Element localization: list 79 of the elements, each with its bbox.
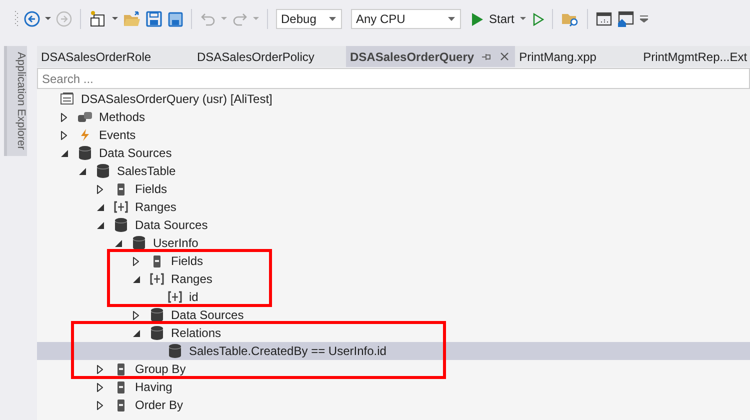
cylinder-icon — [151, 326, 163, 340]
cylinder-icon — [97, 164, 109, 178]
tree-item[interactable]: Ranges — [37, 270, 750, 288]
tree-item[interactable]: Data Sources — [37, 144, 750, 162]
tree-item[interactable]: Ranges — [37, 198, 750, 216]
column-icon — [117, 380, 125, 394]
document-tab[interactable]: PrintMgmtRep...Ext — [639, 46, 750, 67]
expanded-arrow-icon[interactable] — [133, 276, 140, 282]
tree-item[interactable]: SalesTable.CreatedBy == UserInfo.id — [37, 342, 750, 360]
window-icon[interactable] — [596, 12, 612, 26]
cylinder-icon — [151, 308, 163, 322]
tree-item[interactable]: Fields — [37, 252, 750, 270]
cylinder-icon — [79, 146, 91, 160]
back-icon[interactable] — [24, 11, 40, 27]
document-tab[interactable]: DSASalesOrderQuery — [346, 46, 516, 67]
column-icon — [117, 362, 125, 376]
folder-search-icon[interactable] — [561, 11, 580, 27]
folder-icon[interactable] — [123, 11, 141, 27]
new-project-icon[interactable] — [89, 10, 107, 28]
collapsed-arrow-icon[interactable] — [133, 310, 139, 320]
configuration-dropdown[interactable]: Debug — [276, 9, 342, 29]
cylinder-icon — [115, 218, 127, 232]
column-icon — [117, 182, 125, 196]
tree-item[interactable]: Methods — [37, 108, 750, 126]
tree-item[interactable]: Data Sources — [37, 216, 750, 234]
search-field[interactable]: Search ... — [37, 68, 750, 89]
column-icon — [117, 398, 125, 412]
collapsed-arrow-icon[interactable] — [97, 382, 103, 392]
caret-icon — [448, 17, 455, 21]
caret-icon — [329, 17, 336, 21]
expanded-arrow-icon[interactable] — [133, 330, 140, 336]
tree-item[interactable]: Relations — [37, 324, 750, 342]
collapsed-arrow-icon[interactable] — [61, 130, 67, 140]
overflow-icon[interactable] — [640, 15, 648, 23]
start-button[interactable]: Start — [470, 10, 528, 28]
lightning-icon — [80, 129, 90, 141]
tree-item[interactable]: UserInfo — [37, 234, 750, 252]
collapsed-arrow-icon[interactable] — [133, 256, 139, 266]
bracket-icon — [114, 201, 128, 213]
tree-item[interactable]: Having — [37, 378, 750, 396]
tree-item[interactable]: DSASalesOrderQuery (usr) [AliTest] — [37, 90, 750, 108]
tree-item[interactable]: Fields — [37, 180, 750, 198]
close-icon[interactable] — [500, 52, 510, 61]
expanded-arrow-icon[interactable] — [115, 240, 122, 246]
expanded-arrow-icon[interactable] — [97, 204, 104, 210]
cylinder-icon — [169, 344, 181, 358]
play-outline-icon[interactable] — [533, 12, 544, 26]
tree-item[interactable]: SalesTable — [37, 162, 750, 180]
collapsed-arrow-icon[interactable] — [61, 112, 67, 122]
tree-item[interactable]: Order By — [37, 396, 750, 414]
caret-icon[interactable] — [45, 17, 51, 21]
gears-icon — [77, 111, 93, 123]
window-home-icon[interactable] — [617, 11, 636, 27]
tree-item[interactable]: Data Sources — [37, 306, 750, 324]
bracket-icon — [168, 291, 182, 303]
pin-icon[interactable] — [482, 52, 492, 60]
tree-item[interactable]: Events — [37, 126, 750, 144]
expanded-arrow-icon[interactable] — [79, 168, 86, 174]
bracket-icon — [150, 273, 164, 285]
document-tab[interactable]: DSASalesOrderPolicy — [193, 46, 346, 67]
column-icon — [153, 254, 161, 268]
document-tab[interactable]: PrintMang.xpp — [515, 46, 640, 67]
expanded-arrow-icon[interactable] — [61, 150, 68, 156]
play-icon — [472, 12, 483, 26]
save-icon[interactable] — [146, 11, 162, 27]
cylinder-icon — [133, 236, 145, 250]
tree-item[interactable]: id — [37, 288, 750, 306]
save-all-icon[interactable] — [167, 11, 183, 27]
collapsed-arrow-icon[interactable] — [97, 400, 103, 410]
collapsed-arrow-icon[interactable] — [97, 184, 103, 194]
tree-item[interactable]: Group By — [37, 360, 750, 378]
form-icon — [60, 92, 74, 106]
application-explorer-tab[interactable]: Application Explorer — [4, 46, 27, 156]
document-tab[interactable]: DSASalesOrderRole — [37, 46, 193, 67]
caret-icon[interactable] — [112, 17, 118, 21]
collapsed-arrow-icon[interactable] — [97, 364, 103, 374]
expanded-arrow-icon[interactable] — [97, 222, 104, 228]
platform-dropdown[interactable]: Any CPU — [351, 9, 461, 29]
caret-icon — [520, 17, 526, 21]
